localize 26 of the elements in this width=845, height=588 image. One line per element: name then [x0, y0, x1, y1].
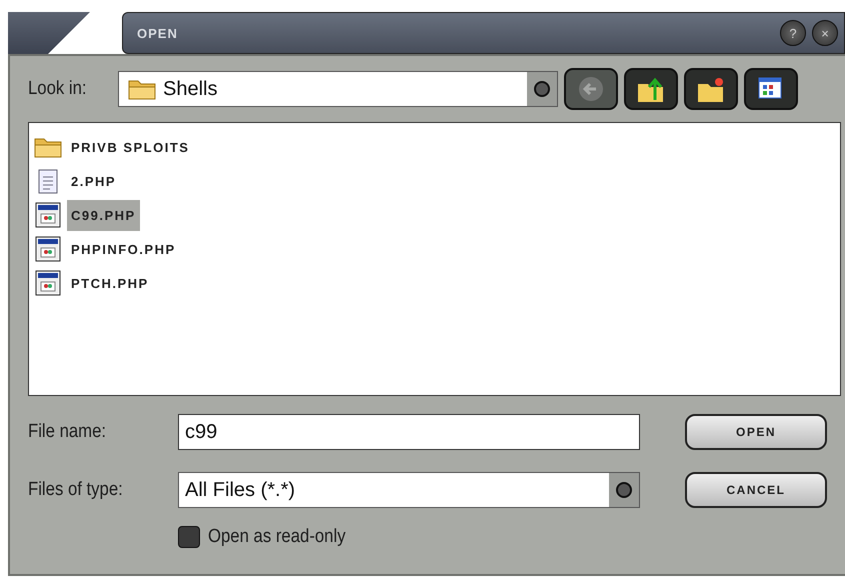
web-page-icon	[33, 201, 63, 229]
file-item[interactable]: C99.PHP	[67, 200, 140, 230]
close-button[interactable]: ×	[812, 20, 838, 46]
file-type-label: Files of type:	[28, 479, 124, 501]
web-page-icon	[33, 235, 63, 263]
dropdown-knob-icon	[609, 473, 639, 507]
file-item[interactable]: 2.PHP	[67, 166, 120, 196]
file-type-dropdown[interactable]: All Files (*.*)	[178, 472, 640, 508]
dropdown-knob-icon	[527, 72, 557, 106]
read-only-label: Open as read-only	[208, 526, 346, 548]
file-item[interactable]: PHPINFO.PHP	[67, 234, 180, 264]
web-page-icon	[33, 269, 63, 297]
help-button[interactable]: ?	[780, 20, 806, 46]
file-item[interactable]: PRIVB SPLOITS	[67, 132, 194, 162]
look-in-dropdown[interactable]: Shells	[118, 71, 558, 107]
view-button[interactable]	[744, 68, 798, 110]
open-button[interactable]: OPEN	[685, 414, 827, 450]
read-only-checkbox[interactable]	[178, 526, 200, 548]
cancel-button[interactable]: CANCEL	[685, 472, 827, 508]
file-name-label: File name:	[28, 421, 108, 443]
file-name-field[interactable]: c99	[178, 414, 640, 450]
window-title: OPEN	[137, 26, 179, 40]
look-in-label: Look in:	[28, 78, 88, 100]
up-button[interactable]	[624, 68, 678, 110]
new-folder-button[interactable]	[684, 68, 738, 110]
file-item[interactable]: PTCH.PHP	[67, 268, 153, 298]
